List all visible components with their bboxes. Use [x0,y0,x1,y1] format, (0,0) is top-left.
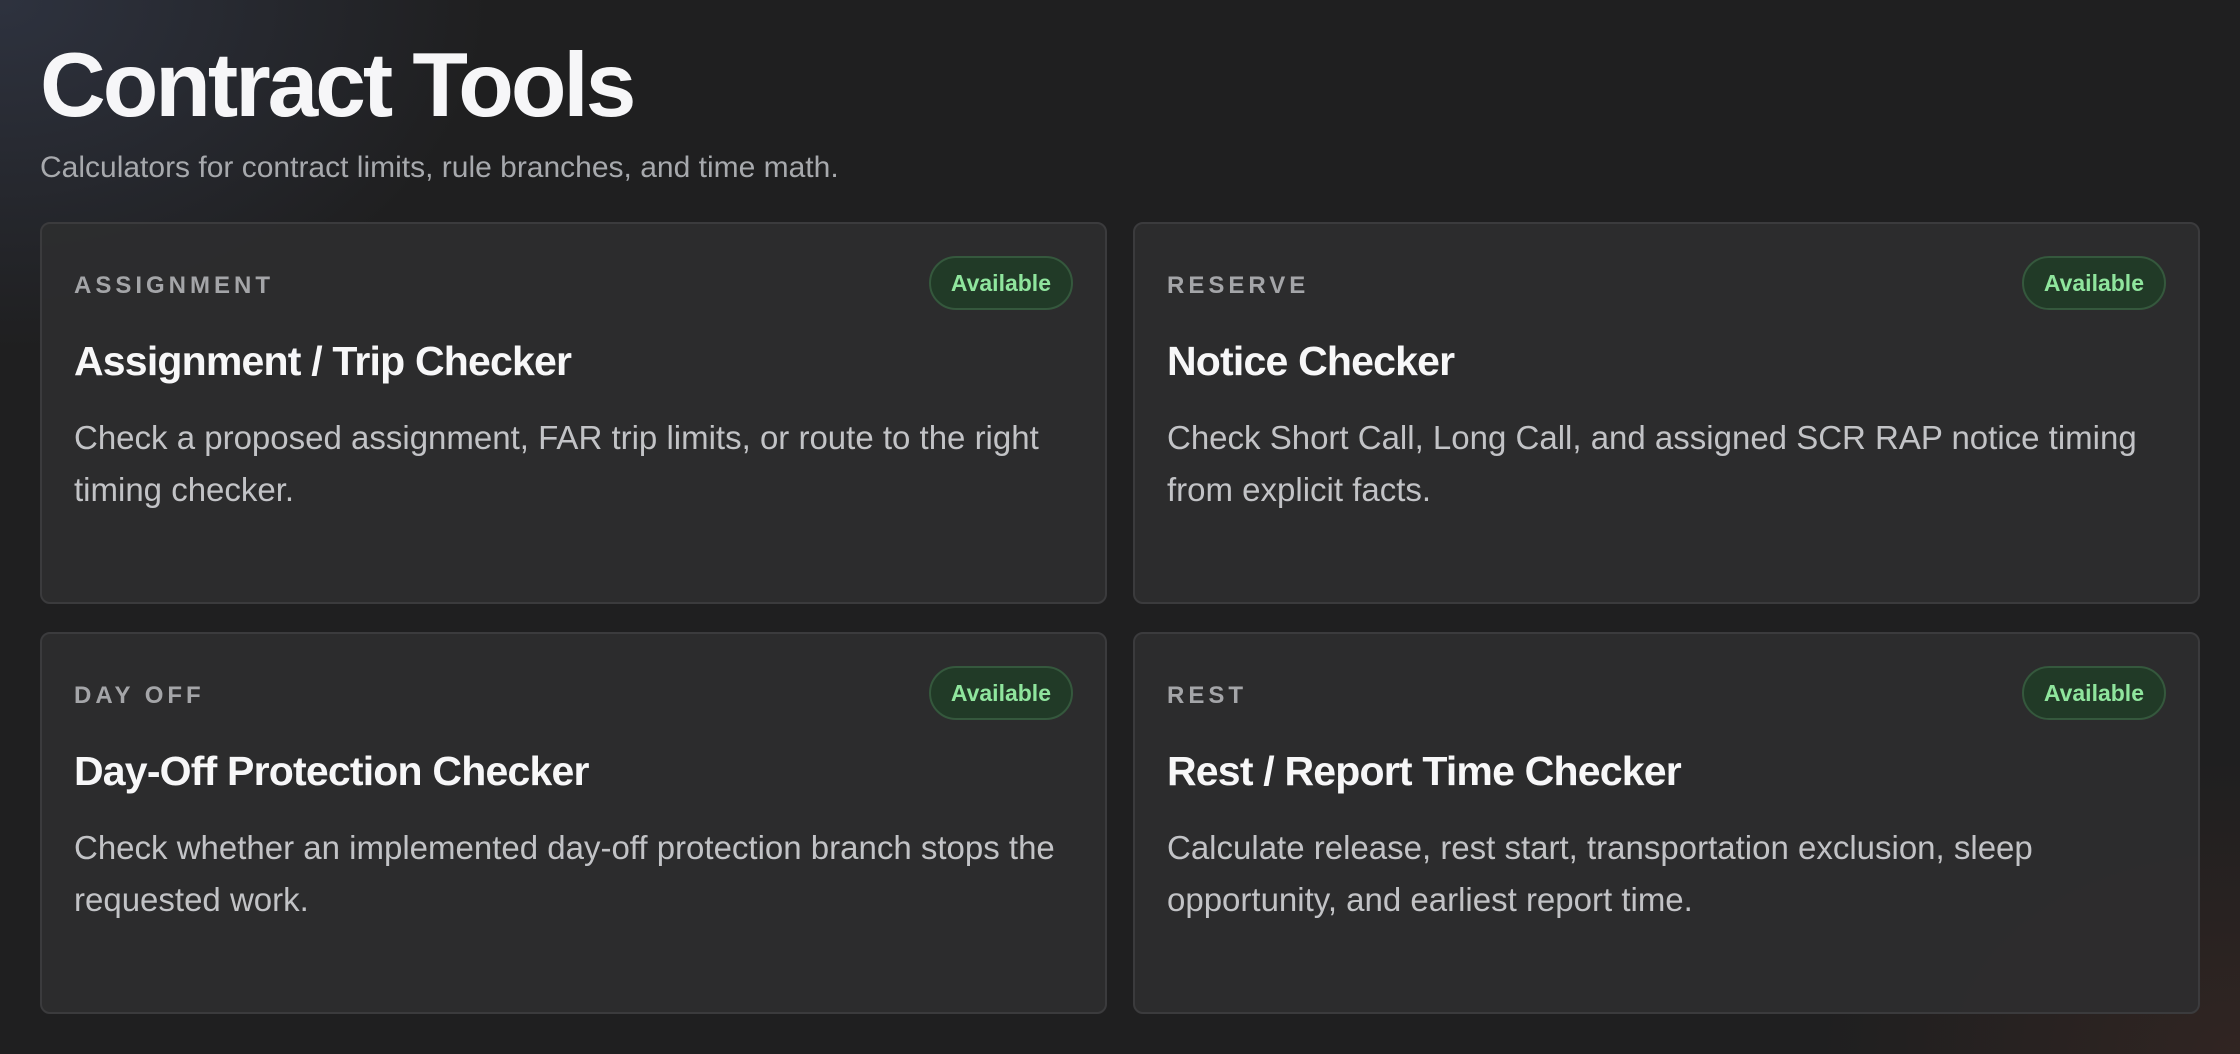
status-badge: Available [928,256,1073,310]
card-title[interactable]: Assignment / Trip Checker [74,336,572,386]
card-title[interactable]: Notice Checker [1167,336,1455,386]
status-badge: Available [2021,666,2166,720]
card-description: Check a proposed assignment, FAR trip li… [74,419,1039,508]
card-description: Calculate release, rest start, transport… [1167,829,2033,918]
card-title[interactable]: Day-Off Protection Checker [74,746,589,796]
card-description: Check whether an implemented day-off pro… [74,829,1055,918]
card-category-label: DAY OFF [74,682,205,709]
tool-card-grid: ASSIGNMENT Available Assignment / Trip C… [40,222,2200,1014]
card-category-label: REST [1167,682,1248,709]
tool-card-reserve[interactable]: RESERVE Available Notice Checker Check S… [1133,222,2200,604]
status-badge: Available [928,666,1073,720]
card-description: Check Short Call, Long Call, and assigne… [1167,419,2137,508]
tool-card-assignment[interactable]: ASSIGNMENT Available Assignment / Trip C… [40,222,1107,604]
status-badge: Available [2021,256,2166,310]
page-title: Contract Tools [40,35,636,136]
tool-card-rest[interactable]: REST Available Rest / Report Time Checke… [1133,632,2200,1014]
card-category-label: ASSIGNMENT [74,272,275,299]
tool-card-day-off[interactable]: DAY OFF Available Day-Off Protection Che… [40,632,1107,1014]
page: Contract Tools Calculators for contract … [40,0,2200,1014]
page-subtitle: Calculators for contract limits, rule br… [40,151,839,184]
card-title[interactable]: Rest / Report Time Checker [1167,746,1682,796]
card-category-label: RESERVE [1167,272,1310,299]
